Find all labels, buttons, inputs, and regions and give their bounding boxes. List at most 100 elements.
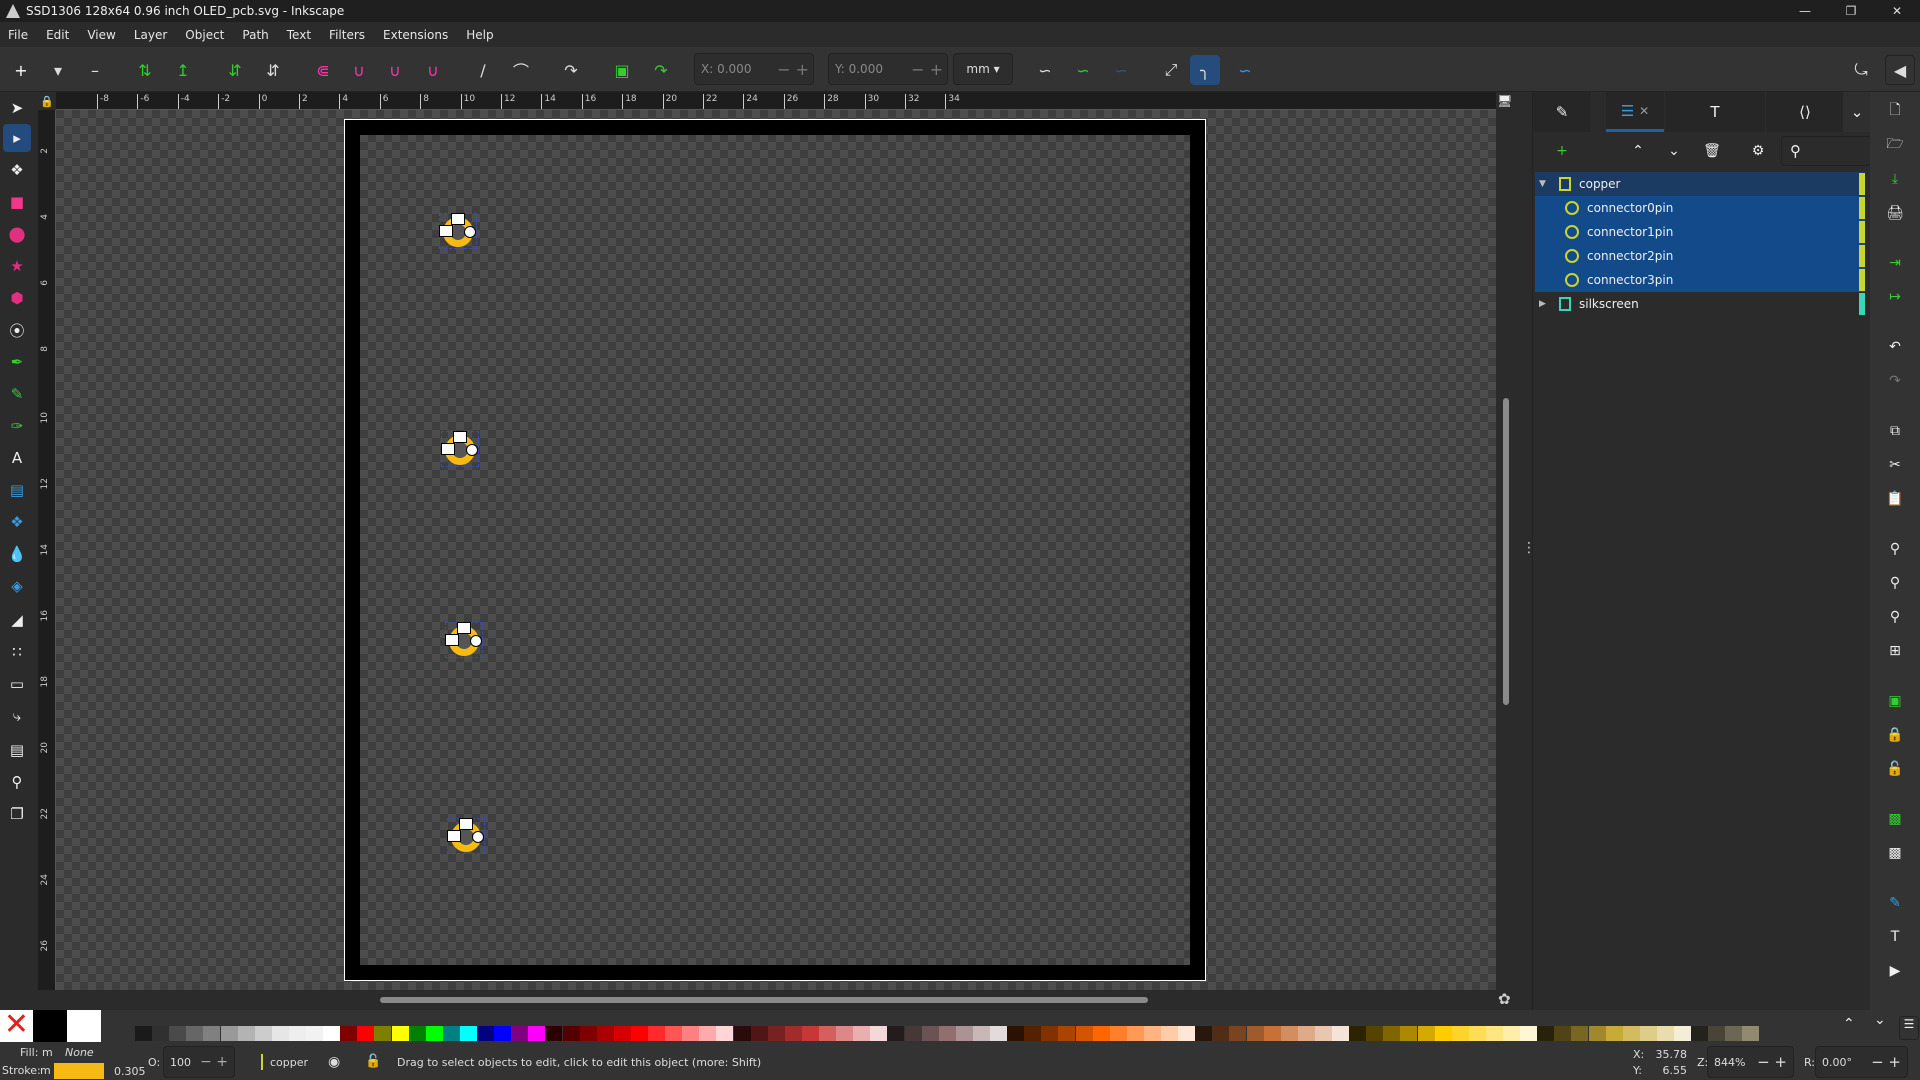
layer-color-tag[interactable] <box>1859 173 1865 195</box>
tab-layers-objects[interactable]: ☰ ✕ <box>1606 92 1664 132</box>
opacity-value[interactable]: 100 <box>170 1056 191 1069</box>
pages-tool-icon[interactable]: ▤ <box>3 736 31 764</box>
horizontal-scrollbar[interactable] <box>380 997 1148 1003</box>
color-swatch[interactable] <box>648 1026 665 1041</box>
color-swatch[interactable] <box>887 1026 905 1041</box>
rectangle-tool-icon[interactable]: ■ <box>3 188 31 216</box>
color-swatch[interactable] <box>990 1026 1007 1041</box>
unlink-clone-icon[interactable]: 🔓 <box>1882 756 1908 782</box>
3d-box-tool-icon[interactable]: ⬢ <box>3 284 31 312</box>
cut-icon[interactable]: ✂ <box>1882 452 1908 478</box>
gradient-tool-icon[interactable]: ▤ <box>3 476 31 504</box>
color-swatch[interactable] <box>1656 1026 1674 1041</box>
layer-row-silkscreen[interactable]: ▶ silkscreen <box>1535 292 1865 316</box>
color-swatch[interactable] <box>1297 1026 1315 1041</box>
collapse-arrow-icon[interactable]: ▼ <box>1539 179 1553 189</box>
color-swatch[interactable] <box>1451 1026 1469 1041</box>
color-swatch[interactable] <box>870 1026 888 1041</box>
segment-curve-icon[interactable]: ⌒ <box>506 55 536 85</box>
spray-tool-icon[interactable]: ∷ <box>3 638 31 666</box>
color-swatch[interactable] <box>716 1026 734 1041</box>
color-swatch[interactable] <box>442 1026 460 1041</box>
color-swatch[interactable] <box>1366 1026 1384 1041</box>
color-swatch[interactable] <box>1503 1026 1520 1041</box>
y-value[interactable]: 0.000 <box>849 62 883 76</box>
text-font-dialog-icon[interactable]: T <box>1882 924 1908 950</box>
duplicate-icon[interactable]: ▣ <box>1882 688 1908 714</box>
paint-bucket-tool-icon[interactable]: ◈ <box>3 572 31 600</box>
x-coordinate-field[interactable]: X: 0.000 − + <box>694 53 814 85</box>
stroke-color-swatch[interactable] <box>54 1063 104 1079</box>
export-icon[interactable]: ↦ <box>1882 284 1908 310</box>
color-swatch[interactable] <box>152 1026 170 1041</box>
color-swatch[interactable] <box>1109 1026 1127 1041</box>
color-swatch[interactable] <box>254 1026 272 1041</box>
color-swatch[interactable] <box>1383 1026 1401 1041</box>
selector-tool-icon[interactable]: ➤ <box>3 94 31 122</box>
show-clip-mask-icon[interactable]: ∽ <box>1068 55 1098 85</box>
search-field[interactable]: ⚲ <box>1781 136 1871 166</box>
object-row[interactable]: connector0pin <box>1535 196 1865 220</box>
palette-scroll-up-icon[interactable]: ⌃ <box>1843 1016 1855 1032</box>
zoom-center-page-icon[interactable]: ⊞ <box>1882 638 1908 664</box>
join-segment-icon[interactable]: ⇵ <box>220 55 250 85</box>
palette-menu-icon[interactable]: ☰ <box>1899 1016 1919 1040</box>
color-swatch[interactable] <box>1024 1026 1042 1041</box>
color-swatch[interactable] <box>767 1026 785 1041</box>
object-row[interactable]: connector3pin <box>1535 268 1865 292</box>
delete-segment-icon[interactable]: ⇵ <box>258 55 288 85</box>
color-swatch[interactable] <box>1178 1026 1196 1041</box>
dropper-tool-icon[interactable]: 💧 <box>3 540 31 568</box>
color-swatch[interactable] <box>357 1026 375 1041</box>
color-swatch[interactable] <box>391 1026 409 1041</box>
color-swatch[interactable] <box>1537 1026 1555 1041</box>
color-swatch[interactable] <box>220 1026 238 1041</box>
opacity-field[interactable]: 100 − + <box>163 1046 235 1078</box>
color-swatch[interactable] <box>1434 1026 1452 1041</box>
delete-node-icon[interactable]: – <box>80 55 110 85</box>
opacity-stepper[interactable]: − + <box>200 1054 228 1070</box>
measure-tool-icon[interactable]: ❐ <box>3 800 31 828</box>
node-tool-icon[interactable]: ▸ <box>3 124 31 152</box>
object-row[interactable]: connector1pin <box>1535 220 1865 244</box>
clone-icon[interactable]: 🔒 <box>1882 722 1908 748</box>
color-swatch[interactable] <box>750 1026 768 1041</box>
copy-icon[interactable]: ⧉ <box>1882 418 1908 444</box>
no-paint-swatch[interactable]: ✕ <box>0 1010 33 1042</box>
color-swatch[interactable] <box>408 1026 426 1041</box>
color-swatch[interactable] <box>425 1026 443 1041</box>
toggle-visibility-icon[interactable]: ◉ <box>328 1054 340 1070</box>
connector3pin-object[interactable] <box>447 818 485 854</box>
tab-xml-editor[interactable]: ⟨⟩ <box>1766 92 1844 132</box>
color-swatch[interactable] <box>1554 1026 1572 1041</box>
maximize-button[interactable]: ❐ <box>1828 0 1874 22</box>
color-swatch[interactable] <box>1161 1026 1178 1041</box>
color-managed-icon[interactable]: ✿ <box>1498 990 1511 1008</box>
color-swatch[interactable] <box>1674 1026 1691 1041</box>
move-up-icon[interactable]: ⌃ <box>1625 138 1651 164</box>
color-swatch[interactable] <box>1143 1026 1161 1041</box>
zoom-selection-icon[interactable]: ⚲ <box>1882 536 1908 562</box>
minimize-button[interactable]: — <box>1782 0 1828 22</box>
rotation-value[interactable]: 0.00° <box>1822 1056 1852 1069</box>
color-swatch[interactable] <box>271 1026 289 1041</box>
edit-clip-icon[interactable]: ∽ <box>1106 55 1136 85</box>
color-swatch[interactable] <box>169 1026 187 1041</box>
color-swatch[interactable] <box>630 1026 648 1041</box>
color-swatch[interactable] <box>733 1026 751 1041</box>
color-swatch[interactable] <box>1468 1026 1486 1041</box>
color-swatch[interactable] <box>1314 1026 1332 1041</box>
y-coordinate-field[interactable]: Y: 0.000 − + <box>828 53 948 85</box>
path-effect-icon[interactable]: ↷ <box>646 55 676 85</box>
object-to-path-icon[interactable]: ↷ <box>556 55 586 85</box>
color-swatch[interactable] <box>853 1026 871 1041</box>
node-auto-smooth-icon[interactable]: ∪ <box>418 55 448 85</box>
color-swatch[interactable] <box>596 1026 614 1041</box>
fill-value[interactable]: None <box>65 1046 94 1059</box>
mesh-tool-icon[interactable]: ❖ <box>3 508 31 536</box>
calligraphy-tool-icon[interactable]: ✑ <box>3 412 31 440</box>
color-swatch[interactable] <box>665 1026 683 1041</box>
connector1pin-object[interactable] <box>441 431 479 467</box>
color-swatch[interactable] <box>1007 1026 1025 1041</box>
color-swatch[interactable] <box>1639 1026 1657 1041</box>
